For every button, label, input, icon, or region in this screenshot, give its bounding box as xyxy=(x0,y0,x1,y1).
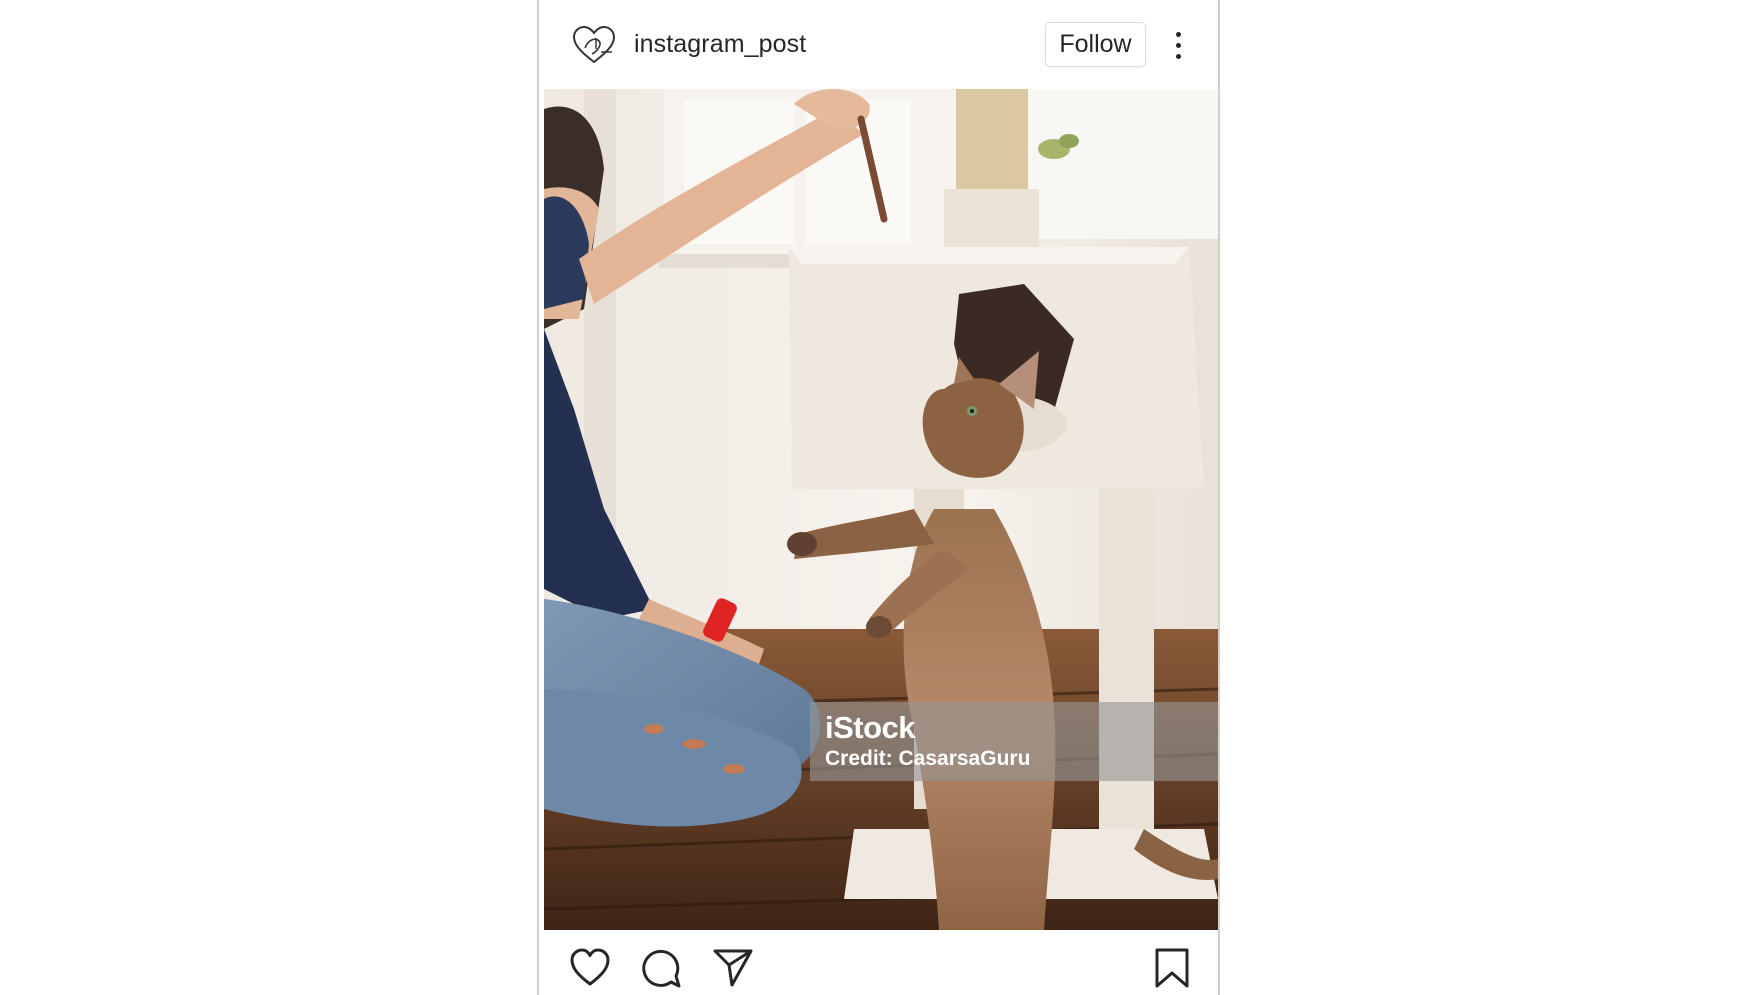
username[interactable]: instagram_post xyxy=(634,30,806,59)
post-photo[interactable]: iStock Credit: CasarsaGuru xyxy=(544,89,1218,930)
follow-button[interactable]: Follow xyxy=(1045,22,1146,67)
page: instagram_post Follow iStock Credit: Cas… xyxy=(0,0,1756,995)
instagram-post-card: instagram_post Follow iStock Credit: Cas… xyxy=(537,0,1220,995)
bookmark-icon[interactable] xyxy=(1151,947,1193,989)
watermark-brand: iStock xyxy=(825,710,916,745)
post-header: instagram_post Follow xyxy=(539,0,1218,89)
avatar[interactable] xyxy=(571,24,617,66)
more-vertical-icon[interactable] xyxy=(1169,28,1189,62)
post-action-bar xyxy=(539,930,1218,995)
comment-icon[interactable] xyxy=(640,947,682,989)
watermark-overlay: iStock Credit: CasarsaGuru xyxy=(810,702,1218,781)
send-icon[interactable] xyxy=(712,947,754,989)
heart-icon[interactable] xyxy=(569,947,611,989)
watermark-credit: Credit: CasarsaGuru xyxy=(825,747,1031,770)
heart-logo-icon xyxy=(572,25,616,64)
post-photo-illustration xyxy=(544,89,1218,930)
